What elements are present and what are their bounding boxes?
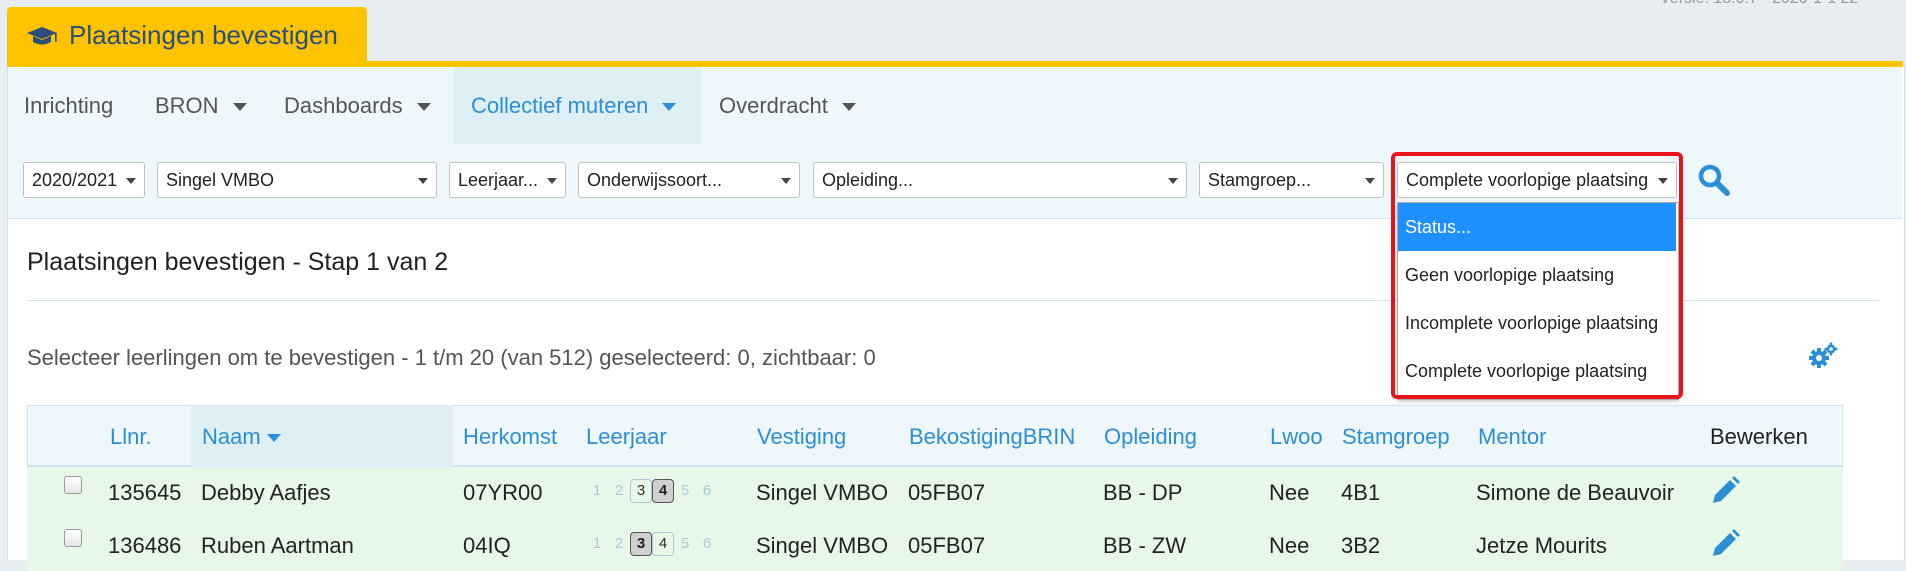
col-stamgroep[interactable]: Stamgroep (1342, 424, 1450, 450)
year-current: 3 (630, 532, 652, 556)
cell-lwoo: Nee (1269, 533, 1310, 558)
version-info: Versie: 13.0.7 · 2020-1-1 22 (1660, 0, 1858, 8)
cell-mentor: Simone de Beauvoir (1476, 480, 1675, 505)
cell-vestiging: Singel VMBO (756, 480, 889, 505)
year-option: 1 (592, 482, 602, 499)
cell-brin: 05FB07 (908, 533, 986, 558)
cell-leerjaar: 123456 (586, 532, 718, 556)
caret-down-icon (841, 103, 856, 112)
col-vestiging[interactable]: Vestiging (757, 424, 846, 450)
col-naam-label: Naam (202, 424, 261, 449)
dropdown-arrow-icon (1365, 178, 1375, 184)
sort-desc-icon (266, 434, 281, 443)
cell-herkomst: 07YR00 (463, 480, 543, 505)
col-bewerken: Bewerken (1710, 424, 1808, 449)
edit-pencil-icon[interactable] (1710, 476, 1740, 506)
menu-collectief-muteren-label: Collectief muteren (471, 93, 649, 118)
year-option: 2 (614, 482, 624, 499)
cell-herkomst: 04IQ (463, 533, 511, 558)
schooljaar-select[interactable]: 2020/2021 (23, 162, 145, 198)
cell-mentor: Jetze Mourits (1476, 533, 1607, 558)
dropdown-arrow-icon (126, 178, 136, 184)
graduation-cap-icon (27, 27, 57, 45)
cell-llnr: 135645 (108, 480, 182, 505)
dropdown-arrow-icon (781, 178, 791, 184)
cell-leerjaar: 123456 (586, 479, 718, 503)
onderwijssoort-value: Onderwijssoort... (587, 170, 723, 190)
col-leerjaar[interactable]: Leerjaar (586, 424, 667, 450)
menu-overdracht-label: Overdracht (719, 93, 828, 118)
cell-llnr: 136486 (108, 533, 182, 558)
menu-dashboards[interactable]: Dashboards (269, 67, 460, 144)
gear-settings-icon[interactable] (1808, 341, 1838, 371)
stamgroep-select[interactable]: Stamgroep... (1199, 162, 1384, 198)
col-herkomst[interactable]: Herkomst (463, 424, 557, 450)
col-opleiding[interactable]: Opleiding (1104, 424, 1197, 450)
row-checkbox[interactable] (64, 529, 82, 547)
search-icon[interactable] (1697, 163, 1731, 197)
vestiging-select[interactable]: Singel VMBO (157, 162, 437, 198)
caret-down-icon (416, 103, 431, 112)
year-current: 4 (652, 479, 674, 503)
dropdown-arrow-icon (547, 178, 557, 184)
vestiging-value: Singel VMBO (166, 170, 275, 190)
stamgroep-value: Stamgroep... (1208, 170, 1312, 190)
dropdown-arrow-icon (418, 178, 428, 184)
col-brin[interactable]: BekostigingBRIN (909, 424, 1075, 450)
cell-lwoo: Nee (1269, 480, 1310, 505)
col-lwoo[interactable]: Lwoo (1270, 424, 1323, 450)
leerjaar-select[interactable]: Leerjaar... (449, 162, 566, 198)
cell-opleiding: BB - ZW (1103, 533, 1187, 558)
year-option: 3 (630, 479, 652, 503)
opleiding-value: Opleiding... (822, 170, 914, 190)
annotation-highlight-box (1391, 152, 1683, 399)
cell-stamgroep: 3B2 (1341, 533, 1381, 558)
schooljaar-value: 2020/2021 (32, 170, 118, 190)
cell-naam: Ruben Aartman (201, 533, 354, 558)
leerjaar-value: Leerjaar... (458, 170, 539, 190)
year-option: 1 (592, 535, 602, 552)
year-option: 4 (652, 532, 674, 556)
dropdown-arrow-icon (1168, 178, 1178, 184)
menu-inrichting[interactable]: Inrichting (8, 67, 157, 144)
onderwijssoort-select[interactable]: Onderwijssoort... (578, 162, 800, 198)
menu-overdracht[interactable]: Overdracht (701, 67, 909, 144)
year-option: 5 (680, 482, 690, 499)
page-title: Plaatsingen bevestigen (69, 20, 338, 50)
step-title: Plaatsingen bevestigen - Stap 1 van 2 (27, 248, 449, 276)
year-option: 6 (702, 535, 712, 552)
col-mentor[interactable]: Mentor (1478, 424, 1546, 450)
cell-stamgroep: 4B1 (1341, 480, 1381, 505)
menu-inrichting-label: Inrichting (24, 93, 114, 118)
col-naam[interactable]: Naam (202, 424, 281, 450)
year-option: 5 (680, 535, 690, 552)
caret-down-icon (662, 103, 677, 112)
cell-opleiding: BB - DP (1103, 480, 1183, 505)
caret-down-icon (232, 103, 247, 112)
cell-brin: 05FB07 (908, 480, 986, 505)
year-option: 2 (614, 535, 624, 552)
menu-dashboards-label: Dashboards (284, 93, 403, 118)
cell-vestiging: Singel VMBO (756, 533, 889, 558)
selection-info: Selecteer leerlingen om te bevestigen - … (27, 345, 876, 370)
col-llnr[interactable]: Llnr. (110, 424, 152, 450)
cell-naam: Debby Aafjes (201, 480, 331, 505)
row-checkbox[interactable] (64, 476, 82, 494)
menu-collectief-muteren[interactable]: Collectief muteren (453, 67, 701, 144)
edit-pencil-icon[interactable] (1710, 529, 1740, 559)
year-option: 6 (702, 482, 712, 499)
opleiding-select[interactable]: Opleiding... (813, 162, 1187, 198)
menu-bron-label: BRON (155, 93, 219, 118)
